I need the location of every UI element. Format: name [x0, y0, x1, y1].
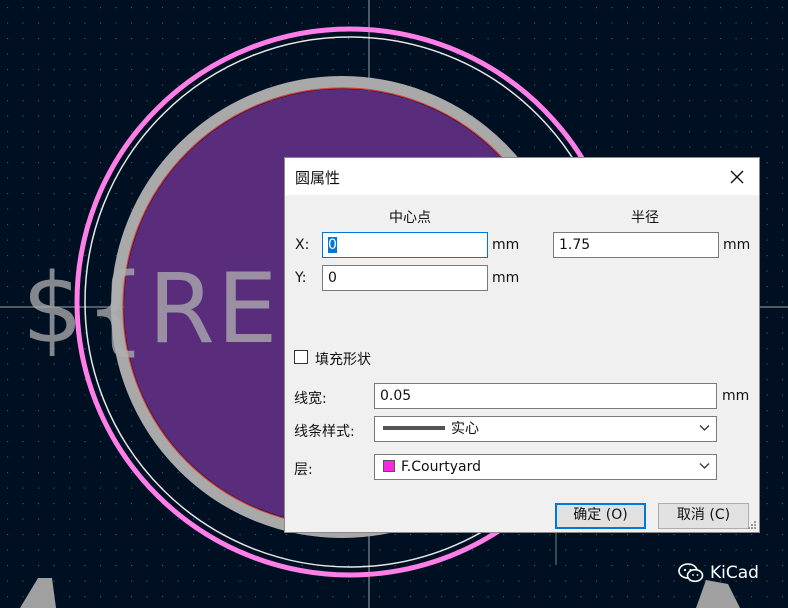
radius-value: 1.75: [559, 237, 591, 253]
fill-shape-checkbox[interactable]: [294, 350, 308, 364]
radius-input[interactable]: 1.75: [553, 232, 719, 258]
center-x-unit: mm: [492, 237, 520, 253]
circle-properties-dialog: 圆属性 中心点 X: 0 mm Y: 0 mm 半径 1.75 mm 填充形状 …: [284, 157, 760, 533]
dialog-title: 圆属性: [295, 169, 341, 187]
wechat-icon: [678, 563, 704, 583]
line-style-select[interactable]: 实心: [374, 416, 717, 442]
line-width-unit: mm: [722, 388, 750, 404]
resize-grip-icon[interactable]: [747, 520, 757, 530]
dialog-titlebar: 圆属性: [285, 158, 759, 195]
line-style-label: 线条样式:: [294, 424, 355, 440]
center-y-value: 0: [328, 270, 337, 286]
cancel-button[interactable]: 取消 (C): [658, 503, 749, 529]
line-style-value: 实心: [451, 421, 479, 437]
layer-color-swatch: [383, 460, 395, 472]
close-icon: [730, 170, 744, 183]
radius-unit: mm: [723, 237, 751, 253]
center-x-value: 0: [328, 237, 337, 253]
solid-line-sample-icon: [383, 426, 445, 430]
center-point-label: 中心点: [389, 210, 431, 226]
close-button[interactable]: [715, 158, 759, 195]
chevron-down-icon: [699, 463, 710, 469]
layer-value: F.Courtyard: [401, 459, 481, 475]
radius-label: 半径: [631, 210, 659, 226]
layer-label: 层:: [294, 462, 313, 478]
line-width-label: 线宽:: [294, 391, 327, 407]
watermark: KiCad: [678, 563, 759, 583]
y-label: Y:: [295, 270, 307, 286]
line-width-input[interactable]: 0.05: [374, 383, 717, 409]
x-label: X:: [295, 237, 310, 253]
ok-button[interactable]: 确定 (O): [555, 503, 646, 529]
line-width-value: 0.05: [380, 388, 412, 404]
center-y-input[interactable]: 0: [322, 265, 488, 291]
center-x-input[interactable]: 0: [322, 232, 488, 258]
watermark-text: KiCad: [710, 563, 759, 583]
layer-select[interactable]: F.Courtyard: [374, 454, 717, 480]
chevron-down-icon: [699, 425, 710, 431]
fill-shape-label: 填充形状: [315, 352, 371, 368]
center-y-unit: mm: [492, 270, 520, 286]
